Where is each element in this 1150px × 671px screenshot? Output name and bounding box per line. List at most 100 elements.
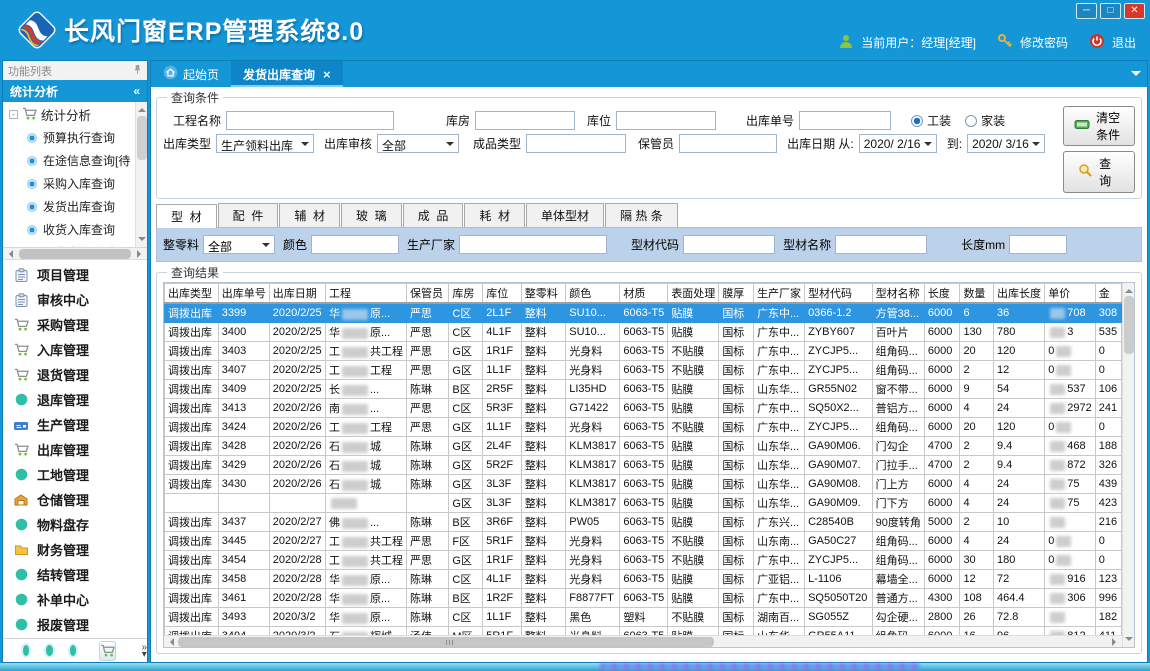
column-header-生产厂家[interactable]: 生产厂家 <box>754 284 805 304</box>
material-tab-配件[interactable]: 配 件 <box>218 203 279 227</box>
column-header-材质[interactable]: 材质 <box>620 284 668 304</box>
tab-close-icon[interactable]: × <box>323 67 331 82</box>
column-header-颜色[interactable]: 颜色 <box>566 284 620 304</box>
whole-piece-select[interactable]: 全部 <box>203 235 275 254</box>
column-header-数量[interactable]: 数量 <box>960 284 994 304</box>
sidebar-group-退库管理[interactable]: 退库管理 <box>3 387 147 412</box>
location-input[interactable] <box>616 111 716 130</box>
tab-shipment-query[interactable]: 发货出库查询 × <box>231 61 343 87</box>
table-row[interactable]: 调拨出库34092020/2/25长...陈琳B区2R5F整料LI35HD606… <box>165 380 1122 399</box>
sidebar-item-发货出库查询[interactable]: 发货出库查询 <box>3 195 147 218</box>
table-row[interactable]: 调拨出库34002020/2/25华原...严思C区4L1F整料SU10...6… <box>165 323 1122 342</box>
tree-expander-icon[interactable]: - <box>9 110 18 119</box>
audit-select[interactable]: 全部 <box>377 134 459 153</box>
sidebar-group-生产管理[interactable]: 生产管理 <box>3 412 147 437</box>
tab-overflow-caret-icon[interactable] <box>1131 71 1141 81</box>
footer-dot-icon[interactable] <box>23 645 29 656</box>
profile-code-input[interactable] <box>683 235 775 254</box>
material-tab-辅材[interactable]: 辅 材 <box>279 203 340 227</box>
clear-conditions-button[interactable]: 清空条件 <box>1063 106 1135 146</box>
column-header-长度[interactable]: 长度 <box>924 284 960 304</box>
project-name-input[interactable] <box>226 111 394 130</box>
table-row[interactable]: 调拨出库34132020/2/26南...严思C区5R3F整料G71422606… <box>165 399 1122 418</box>
sidebar-group-结转管理[interactable]: 结转管理 <box>3 562 147 587</box>
table-row[interactable]: 调拨出库34242020/2/26工工程严思G区1L1F整料光身料6063-T5… <box>165 418 1122 437</box>
sidebar-item-预算执行查询[interactable]: 预算执行查询 <box>3 126 147 149</box>
tab-home[interactable]: 起始页 <box>151 61 231 87</box>
table-row[interactable]: 调拨出库33992020/2/25华原...严思C区2L1F整料SU10...6… <box>165 303 1122 323</box>
table-horizontal-scrollbar[interactable] <box>164 635 1122 647</box>
search-button[interactable]: 查 询 <box>1063 151 1135 193</box>
table-row[interactable]: 调拨出库34542020/2/28工共工程严思G区1R1F整料光身料6063-T… <box>165 551 1122 570</box>
sidebar-item-采购入库查询[interactable]: 采购入库查询 <box>3 172 147 195</box>
profile-name-input[interactable] <box>835 235 927 254</box>
table-row[interactable]: G区3L3F整料KLM38176063-T5贴膜国标山东华...GA90M09.… <box>165 494 1122 513</box>
tree-horizontal-scrollbar[interactable] <box>3 248 147 260</box>
column-header-工程[interactable]: 工程 <box>325 284 406 304</box>
factory-input[interactable] <box>459 235 607 254</box>
close-button[interactable]: ✕ <box>1124 3 1145 19</box>
tree-root[interactable]: - 统计分析 <box>3 102 147 126</box>
radio-home[interactable]: 家装 <box>965 112 1005 129</box>
table-row[interactable]: 调拨出库34302020/2/26石城陈琳G区3L3F整料KLM38176063… <box>165 475 1122 494</box>
outbound-type-select[interactable]: 生产领料出库 <box>216 134 314 153</box>
column-header-金[interactable]: 金 <box>1095 284 1121 304</box>
column-header-膜厚[interactable]: 膜厚 <box>719 284 754 304</box>
sidebar-group-出库管理[interactable]: 出库管理 <box>3 437 147 462</box>
column-header-库位[interactable]: 库位 <box>483 284 521 304</box>
table-row[interactable]: 调拨出库34292020/2/26石城陈琳G区5R2F整料KLM38176063… <box>165 456 1122 475</box>
table-vertical-scrollbar[interactable] <box>1122 283 1134 647</box>
sidebar-group-物料盘存[interactable]: 物料盘存 <box>3 512 147 537</box>
radio-work[interactable]: 工装 <box>911 112 951 129</box>
table-row[interactable]: 调拨出库34932020/3/2华原...陈琳C区1L1F整料黑色塑料不贴膜国标… <box>165 608 1122 627</box>
product-type-input[interactable] <box>526 134 626 153</box>
sidebar-group-报废管理[interactable]: 报废管理 <box>3 612 147 637</box>
collapse-icon[interactable]: « <box>133 84 140 98</box>
column-header-出库日期[interactable]: 出库日期 <box>269 284 325 304</box>
sidebar-group-入库管理[interactable]: 入库管理 <box>3 337 147 362</box>
sidebar-item-收货入库查询[interactable]: 收货入库查询 <box>3 218 147 241</box>
column-header-型材名称[interactable]: 型材名称 <box>872 284 924 304</box>
material-tab-耗材[interactable]: 耗 材 <box>464 203 525 227</box>
table-row[interactable]: 调拨出库34612020/2/28华原...陈琳B区1R2F整料F8877FT6… <box>165 589 1122 608</box>
date-to-select[interactable]: 2020/ 3/16 <box>967 134 1045 153</box>
material-tab-型材[interactable]: 型 材 <box>156 204 217 228</box>
date-from-select[interactable]: 2020/ 2/16 <box>859 134 937 153</box>
footer-overflow-button[interactable]: »▾ <box>141 644 147 658</box>
sidebar-item-退货查询[待定][interactable]: 退货查询[待定] <box>3 241 147 248</box>
sidebar-group-补单中心[interactable]: 补单中心 <box>3 587 147 612</box>
material-tab-单体型材[interactable]: 单体型材 <box>526 203 604 227</box>
column-header-表面处理[interactable]: 表面处理 <box>668 284 719 304</box>
table-row[interactable]: 调拨出库34452020/2/27工共工程严思F区5R1F整料光身料6063-T… <box>165 532 1122 551</box>
material-tab-隔热条[interactable]: 隔 热 条 <box>605 203 678 227</box>
column-header-整零料[interactable]: 整零料 <box>521 284 566 304</box>
column-header-出库类型[interactable]: 出库类型 <box>165 284 219 304</box>
change-password-link[interactable]: 修改密码 <box>1020 34 1068 51</box>
tree-vertical-scrollbar[interactable] <box>135 102 147 247</box>
footer-cart-button[interactable] <box>99 641 116 661</box>
pin-icon[interactable] <box>133 64 142 78</box>
material-tab-成品[interactable]: 成 品 <box>403 203 464 227</box>
sidebar-group-工地管理[interactable]: 工地管理 <box>3 462 147 487</box>
table-row[interactable]: 调拨出库34072020/2/25工工程严思G区1L1F整料光身料6063-T5… <box>165 361 1122 380</box>
column-header-出库单号[interactable]: 出库单号 <box>218 284 269 304</box>
sidebar-group-财务管理[interactable]: 财务管理 <box>3 537 147 562</box>
length-input[interactable] <box>1009 235 1067 254</box>
minimize-button[interactable]: ─ <box>1076 3 1097 19</box>
column-header-单价[interactable]: 单价 <box>1045 284 1095 304</box>
table-row[interactable]: 调拨出库34282020/2/26石城陈琳G区2L4F整料KLM38176063… <box>165 437 1122 456</box>
column-header-出库长度[interactable]: 出库长度 <box>993 284 1044 304</box>
footer-dot-icon[interactable] <box>46 645 52 656</box>
column-header-保管员[interactable]: 保管员 <box>406 284 448 304</box>
table-row[interactable]: 调拨出库34942020/3/2石辉城汤伟M区5R1F整料光身料6063-T5贴… <box>165 627 1122 636</box>
sidebar-section-header[interactable]: 统计分析 « <box>3 80 147 102</box>
table-row[interactable]: 调拨出库34032020/2/25工共工程严思G区1R1F整料光身料6063-T… <box>165 342 1122 361</box>
table-row[interactable]: 调拨出库34582020/2/28华原...陈琳C区4L1F整料光身料6063-… <box>165 570 1122 589</box>
maximize-button[interactable]: □ <box>1100 3 1121 19</box>
column-header-库房[interactable]: 库房 <box>449 284 483 304</box>
sidebar-item-在途信息查询[待[interactable]: 在途信息查询[待 <box>3 149 147 172</box>
table-row[interactable]: 调拨出库34372020/2/27佛...陈琳B区3R6F整料PW056063-… <box>165 513 1122 532</box>
sidebar-group-审核中心[interactable]: 审核中心 <box>3 287 147 312</box>
sidebar-group-退货管理[interactable]: 退货管理 <box>3 362 147 387</box>
column-header-型材代码[interactable]: 型材代码 <box>805 284 873 304</box>
